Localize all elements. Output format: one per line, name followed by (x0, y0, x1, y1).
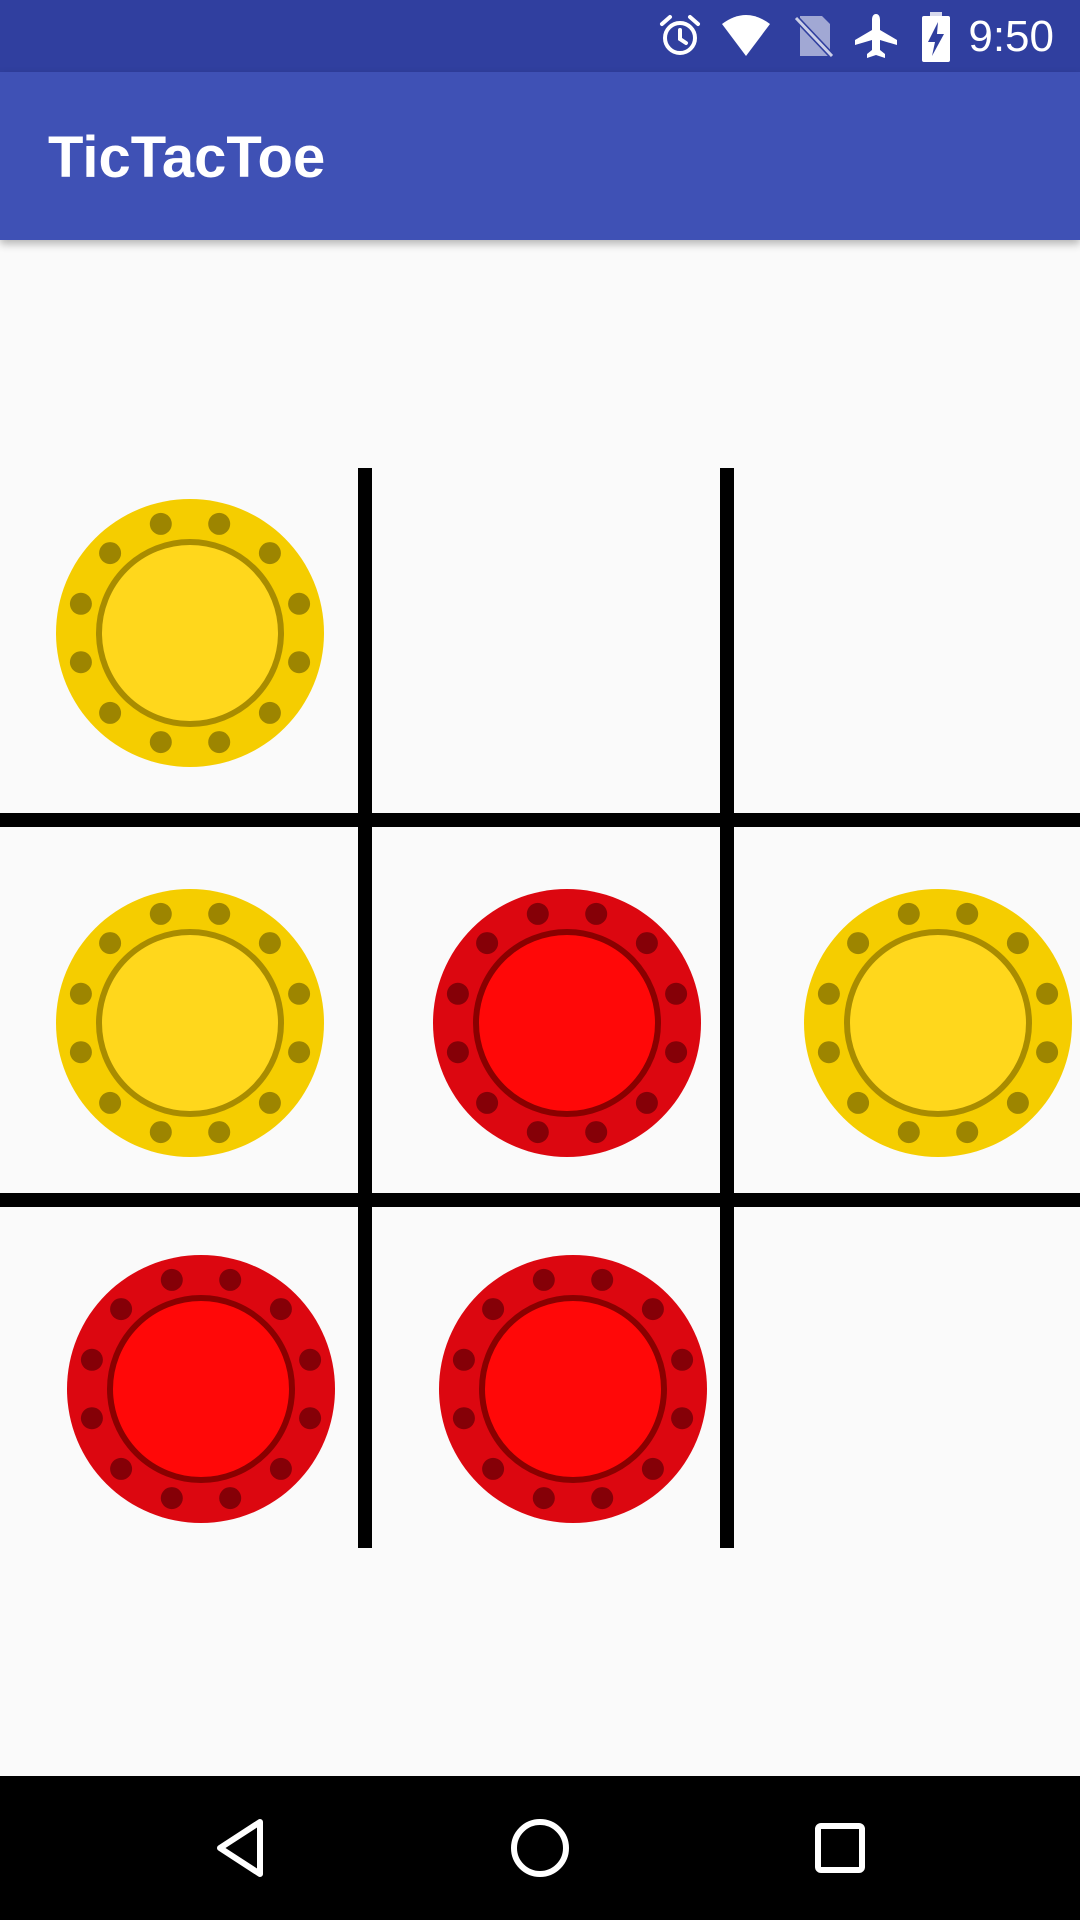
navigation-bar (0, 1776, 1080, 1920)
board-cell-r1-c3[interactable] (734, 468, 1080, 813)
yellow-piece-icon (56, 499, 324, 767)
red-piece-icon (433, 889, 701, 1157)
game-board (0, 0, 1080, 1920)
grid-line-vertical (720, 468, 734, 1548)
board-cell-r1-c2[interactable] (372, 468, 720, 813)
board-cell-r2-c1[interactable] (0, 827, 358, 1193)
recents-icon[interactable] (804, 1812, 876, 1884)
back-icon[interactable] (204, 1812, 276, 1884)
board-cell-r3-c3[interactable] (734, 1207, 1080, 1548)
grid-line-horizontal (0, 813, 1080, 827)
yellow-piece-icon (56, 889, 324, 1157)
grid-line-vertical (358, 468, 372, 1548)
red-piece-icon (67, 1255, 335, 1523)
home-icon[interactable] (504, 1812, 576, 1884)
board-cell-r2-c3[interactable] (734, 827, 1080, 1193)
board-cell-r2-c2[interactable] (372, 827, 720, 1193)
grid-line-horizontal (0, 1193, 1080, 1207)
board-cell-r3-c2[interactable] (372, 1207, 720, 1548)
board-cell-r3-c1[interactable] (0, 1207, 358, 1548)
yellow-piece-icon (804, 889, 1072, 1157)
board-cell-r1-c1[interactable] (0, 468, 358, 813)
red-piece-icon (439, 1255, 707, 1523)
